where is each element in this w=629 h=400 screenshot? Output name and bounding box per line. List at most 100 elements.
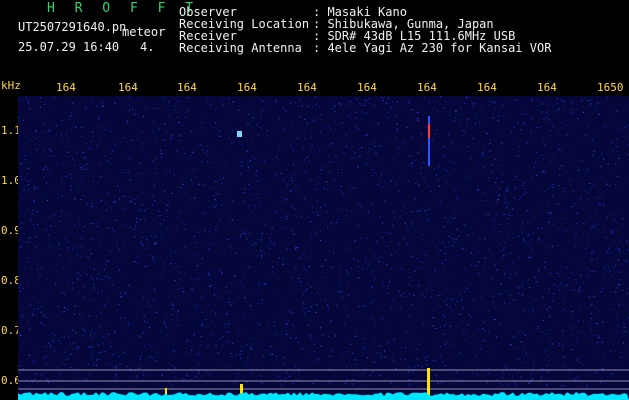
- noise-speck: [297, 128, 299, 130]
- noise-speck: [113, 201, 115, 203]
- noise-speck: [23, 149, 25, 151]
- noise-speck: [537, 306, 539, 308]
- noise-speck: [145, 224, 147, 226]
- noise-speck: [378, 178, 380, 180]
- noise-speck: [566, 158, 568, 160]
- noise-speck: [238, 238, 240, 240]
- noise-speck: [338, 209, 340, 211]
- noise-speck: [20, 125, 22, 127]
- noise-speck: [257, 180, 259, 182]
- noise-speck: [506, 207, 508, 209]
- noise-speck: [595, 223, 597, 225]
- noise-speck: [229, 179, 230, 181]
- noise-speck: [48, 129, 50, 131]
- noise-speck: [213, 188, 214, 190]
- noise-speck: [598, 312, 600, 314]
- noise-speck: [104, 351, 106, 353]
- noise-speck: [233, 237, 235, 239]
- noise-speck: [400, 295, 401, 297]
- noise-speck: [520, 196, 522, 198]
- noise-speck: [441, 156, 443, 158]
- noise-speck: [586, 385, 588, 386]
- noise-speck: [512, 347, 514, 349]
- noise-speck: [521, 362, 523, 363]
- noise-speck: [514, 261, 516, 263]
- noise-speck: [192, 371, 194, 373]
- noise-speck: [159, 193, 161, 194]
- noise-speck: [559, 134, 561, 136]
- noise-speck: [594, 237, 596, 239]
- noise-speck: [399, 268, 401, 270]
- noise-speck: [581, 268, 583, 270]
- noise-speck: [587, 100, 589, 102]
- noise-speck: [178, 324, 180, 326]
- noise-speck: [178, 310, 180, 312]
- noise-speck: [55, 261, 57, 262]
- noise-speck: [61, 336, 63, 338]
- noise-speck: [375, 162, 377, 164]
- program-name: meteor: [122, 25, 166, 39]
- noise-speck: [269, 192, 271, 194]
- noise-speck: [157, 301, 159, 302]
- noise-speck: [33, 188, 35, 190]
- noise-speck: [627, 249, 629, 251]
- noise-speck: [192, 282, 194, 284]
- noise-speck: [343, 303, 345, 305]
- noise-speck: [438, 162, 440, 164]
- noise-speck: [375, 167, 377, 169]
- noise-speck: [481, 230, 483, 231]
- noise-speck: [508, 252, 510, 254]
- noise-speck: [77, 347, 79, 349]
- noise-speck: [375, 336, 377, 338]
- noise-speck: [454, 117, 456, 119]
- noise-speck: [38, 197, 40, 199]
- noise-speck: [77, 254, 79, 256]
- noise-speck: [196, 231, 198, 233]
- noise-speck: [30, 151, 32, 153]
- noise-speck: [292, 381, 294, 383]
- noise-speck: [428, 230, 429, 232]
- noise-speck: [563, 101, 565, 102]
- noise-speck: [475, 114, 477, 116]
- noise-speck: [622, 218, 624, 220]
- noise-speck: [124, 207, 126, 209]
- noise-speck: [615, 240, 617, 242]
- noise-speck: [145, 207, 147, 209]
- noise-speck: [211, 232, 212, 234]
- noise-speck: [466, 123, 468, 125]
- noise-speck: [441, 104, 443, 105]
- noise-speck: [320, 212, 322, 214]
- noise-speck: [95, 226, 97, 228]
- noise-speck: [511, 208, 513, 210]
- noise-speck: [412, 162, 413, 164]
- noise-speck: [104, 362, 106, 364]
- noise-speck: [548, 288, 550, 290]
- noise-speck: [56, 316, 58, 318]
- noise-speck: [63, 266, 65, 268]
- noise-speck: [484, 257, 486, 259]
- noise-speck: [192, 183, 194, 185]
- noise-speck: [215, 181, 217, 182]
- noise-speck: [152, 218, 154, 220]
- noise-speck: [519, 291, 520, 293]
- noise-speck: [377, 271, 379, 273]
- noise-speck: [596, 322, 598, 324]
- noise-speck: [526, 143, 528, 144]
- noise-speck: [75, 126, 77, 128]
- noise-speck: [178, 140, 180, 141]
- noise-speck: [432, 325, 434, 327]
- noise-speck: [392, 101, 394, 103]
- noise-speck: [431, 242, 433, 244]
- noise-speck: [507, 217, 509, 219]
- noise-speck: [485, 132, 487, 134]
- noise-speck: [85, 143, 87, 145]
- noise-speck: [235, 252, 237, 254]
- noise-speck: [460, 299, 462, 301]
- noise-speck: [317, 341, 319, 343]
- noise-speck: [143, 314, 145, 316]
- noise-speck: [541, 241, 543, 243]
- noise-speck: [150, 281, 152, 282]
- noise-speck: [357, 225, 359, 227]
- noise-speck: [159, 215, 161, 217]
- noise-speck: [291, 177, 292, 179]
